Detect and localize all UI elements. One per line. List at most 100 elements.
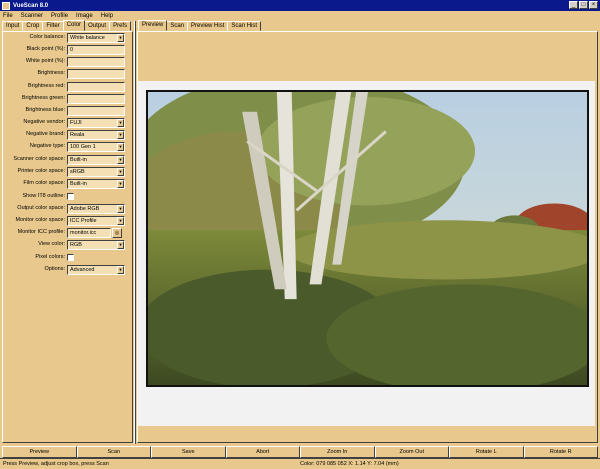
brightness-green-row: Brightness green: xyxy=(3,94,132,105)
black-point-label: Black point (%): xyxy=(26,46,65,52)
output-color-space-select[interactable]: Adobe RGB ▼ xyxy=(67,204,125,214)
chevron-down-icon[interactable]: ▼ xyxy=(117,205,124,213)
monitor-color-space-row: Monitor color space: ICC Profile ▼ xyxy=(3,216,132,227)
monitor-color-space-select[interactable]: ICC Profile ▼ xyxy=(67,216,125,226)
options-row: Options: Advanced ▼ xyxy=(3,265,132,276)
printer-color-space-select[interactable]: sRGB ▼ xyxy=(67,167,125,177)
chevron-down-icon[interactable]: ▼ xyxy=(117,217,124,225)
abort-button[interactable]: Abort xyxy=(225,446,300,458)
preview-area[interactable] xyxy=(138,81,595,426)
window-title: VueScan 8.0 xyxy=(13,2,49,9)
chevron-down-icon[interactable]: ▼ xyxy=(117,241,124,249)
zoom-in-button[interactable]: Zoom In xyxy=(300,446,375,458)
chevron-down-icon[interactable]: ▼ xyxy=(117,143,124,151)
brightness-row: Brightness: xyxy=(3,69,132,80)
negative-vendor-label: Negative vendor: xyxy=(23,119,65,125)
tab-prefs[interactable]: Prefs xyxy=(109,21,132,31)
brightness-green-field[interactable] xyxy=(67,94,125,104)
menu-image[interactable]: Image xyxy=(76,13,93,19)
monitor-icc-profile-row: Monitor ICC profile: monitor.icc ◎ xyxy=(3,228,132,239)
action-button-bar: Preview Scan Save Abort Zoom In Zoom Out… xyxy=(2,446,598,458)
chevron-down-icon[interactable]: ▼ xyxy=(117,180,124,188)
chevron-down-icon[interactable]: ▼ xyxy=(117,34,124,42)
brightness-blue-field[interactable] xyxy=(67,106,125,116)
settings-tabs: Input Crop Filter Color Output Prefs xyxy=(2,20,132,31)
color-balance-select[interactable]: White balance ▼ xyxy=(67,33,125,43)
view-color-select[interactable]: RGB ▼ xyxy=(67,240,125,250)
preview-image[interactable] xyxy=(146,90,589,387)
menu-help[interactable]: Help xyxy=(101,13,113,19)
menu-profile[interactable]: Profile xyxy=(51,13,68,19)
chevron-down-icon[interactable]: ▼ xyxy=(117,131,124,139)
panel-splitter[interactable] xyxy=(134,21,136,444)
chevron-down-icon[interactable]: ▼ xyxy=(117,266,124,274)
show-it8-outline-label: Show IT8 outline: xyxy=(22,193,66,199)
status-coords: Color: 079 085 052 X: 1.14 Y: 7.04 (mm) xyxy=(300,461,399,467)
chevron-down-icon[interactable]: ▼ xyxy=(117,156,124,164)
tab-scan-hist[interactable]: Scan Hist xyxy=(227,21,262,31)
negative-brand-row: Negative brand: Reala ▼ xyxy=(3,130,132,141)
film-color-space-row: Film color space: Built-in ▼ xyxy=(3,179,132,190)
scanner-color-space-select[interactable]: Built-in ▼ xyxy=(67,155,125,165)
film-color-space-select[interactable]: Built-in ▼ xyxy=(67,179,125,189)
browse-icon[interactable]: ◎ xyxy=(112,228,122,238)
black-point-row: Black point (%): 0 xyxy=(3,45,132,56)
title-bar: VueScan 8.0 _ □ × xyxy=(0,0,600,11)
black-point-field[interactable]: 0 xyxy=(67,45,125,55)
brightness-label: Brightness: xyxy=(37,70,65,76)
tab-preview[interactable]: Preview xyxy=(138,20,168,31)
view-color-row: View color: RGB ▼ xyxy=(3,240,132,251)
tab-crop[interactable]: Crop xyxy=(22,21,44,31)
brightness-field[interactable] xyxy=(67,69,125,79)
brightness-red-row: Brightness red: xyxy=(3,82,132,93)
monitor-icc-profile-field[interactable]: monitor.icc xyxy=(67,228,111,238)
rotate-left-button[interactable]: Rotate L xyxy=(449,446,524,458)
negative-brand-select[interactable]: Reala ▼ xyxy=(67,130,125,140)
brightness-red-field[interactable] xyxy=(67,82,125,92)
menu-file[interactable]: File xyxy=(3,13,13,19)
negative-brand-label: Negative brand: xyxy=(26,131,65,137)
menu-scanner[interactable]: Scanner xyxy=(21,13,43,19)
maximize-icon[interactable]: □ xyxy=(579,1,588,9)
tab-preview-hist[interactable]: Preview Hist xyxy=(187,21,229,31)
film-color-space-label: Film color space: xyxy=(23,180,65,186)
pixel-colors-label: Pixel colors: xyxy=(35,254,65,260)
monitor-color-space-label: Monitor color space: xyxy=(15,217,65,223)
brightness-red-label: Brightness red: xyxy=(28,83,65,89)
white-point-field[interactable] xyxy=(67,57,125,67)
scan-button[interactable]: Scan xyxy=(76,446,151,458)
color-settings-panel: Color balance: White balance ▼ Black poin… xyxy=(2,31,133,443)
options-select[interactable]: Advanced ▼ xyxy=(67,265,125,275)
status-message: Press Preview, adjust crop box, press Sc… xyxy=(3,461,109,467)
minimize-icon[interactable]: _ xyxy=(569,1,578,9)
show-it8-outline-row: Show IT8 outline: xyxy=(3,192,132,203)
negative-type-select[interactable]: 100 Gen 1 ▼ xyxy=(67,142,125,152)
brightness-blue-row: Brightness blue: xyxy=(3,106,132,117)
close-icon[interactable]: × xyxy=(589,1,598,9)
status-bar: Press Preview, adjust crop box, press Sc… xyxy=(0,458,600,469)
white-point-row: White point (%): xyxy=(3,57,132,68)
tab-output[interactable]: Output xyxy=(84,21,111,31)
app-icon xyxy=(2,1,10,10)
output-color-space-row: Output color space: Adobe RGB ▼ xyxy=(3,204,132,215)
rotate-right-button[interactable]: Rotate R xyxy=(523,446,598,458)
tab-input[interactable]: Input xyxy=(2,21,24,31)
chevron-down-icon[interactable]: ▼ xyxy=(117,168,124,176)
negative-type-label: Negative type: xyxy=(29,143,65,149)
printer-color-space-row: Printer color space: sRGB ▼ xyxy=(3,167,132,178)
white-point-label: White point (%): xyxy=(25,58,65,64)
tab-color[interactable]: Color xyxy=(62,20,86,31)
zoom-out-button[interactable]: Zoom Out xyxy=(374,446,449,458)
save-button[interactable]: Save xyxy=(151,446,226,458)
menu-bar: File Scanner Profile Image Help xyxy=(0,11,600,21)
tab-scan[interactable]: Scan xyxy=(166,21,189,31)
pixel-colors-checkbox[interactable] xyxy=(67,254,74,261)
show-it8-outline-checkbox[interactable] xyxy=(67,193,74,200)
chevron-down-icon[interactable]: ▼ xyxy=(117,119,124,127)
preview-button[interactable]: Preview xyxy=(2,446,77,458)
monitor-icc-profile-label: Monitor ICC profile: xyxy=(17,229,65,235)
output-color-space-label: Output color space: xyxy=(17,205,65,211)
tab-filter[interactable]: Filter xyxy=(42,21,64,31)
negative-type-row: Negative type: 100 Gen 1 ▼ xyxy=(3,142,132,153)
negative-vendor-select[interactable]: FUJI ▼ xyxy=(67,118,125,128)
